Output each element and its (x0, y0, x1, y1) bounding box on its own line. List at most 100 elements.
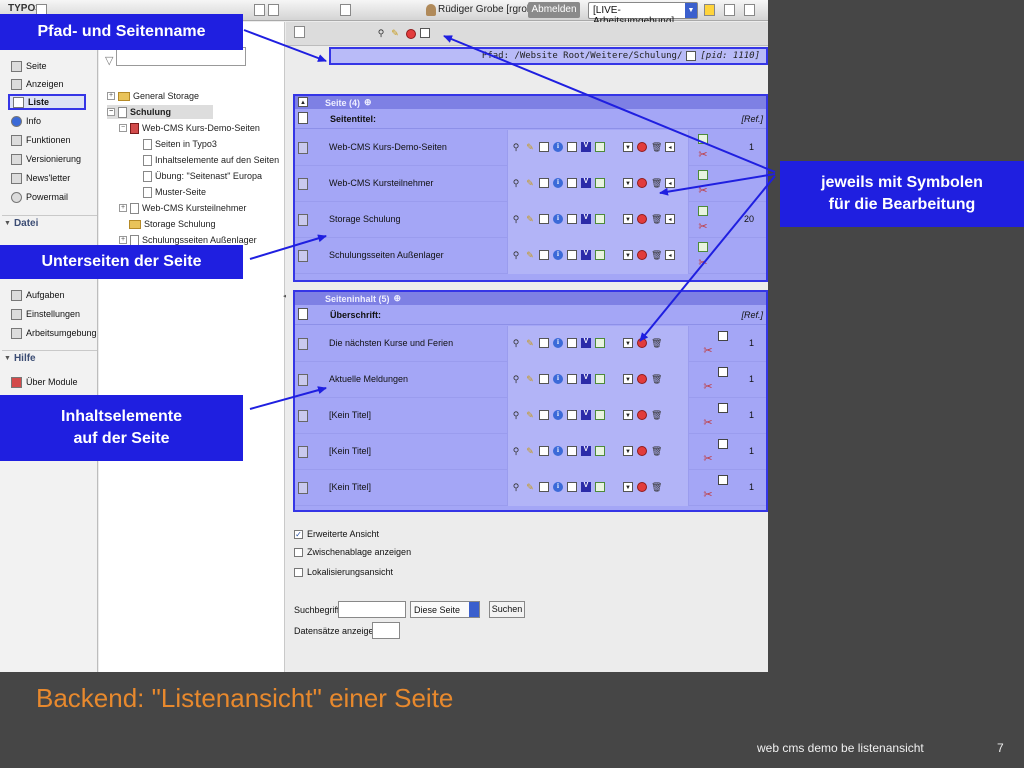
cut-icon[interactable]: ✂ (698, 258, 708, 269)
edit-icon[interactable]: ✎ (525, 214, 535, 224)
cut-icon[interactable]: ✂ (703, 346, 713, 357)
copy-icon[interactable] (718, 403, 728, 413)
search-icon[interactable]: ⚲ (511, 250, 521, 260)
module-newsletter[interactable]: News'letter (8, 170, 73, 186)
info-icon[interactable]: i (553, 178, 563, 188)
page-module-icon[interactable] (595, 250, 605, 260)
new-content-icon[interactable] (539, 410, 549, 420)
table-row[interactable]: Aktuelle Meldungen ⚲ ✎ i V ▼ 🗑 ✂ 1 (295, 362, 766, 398)
trash-icon[interactable]: 🗑 (651, 374, 662, 384)
new-content-icon[interactable] (539, 482, 549, 492)
module-arbeitsumgebung[interactable]: Arbeitsumgebung (8, 325, 100, 341)
move-icon[interactable]: ▼ (623, 338, 633, 348)
record-icon[interactable] (298, 482, 308, 494)
workspace-icon[interactable] (704, 4, 715, 16)
collapse-icon[interactable]: − (107, 108, 115, 116)
expand-icon[interactable]: + (119, 236, 127, 244)
info-icon[interactable]: i (553, 482, 563, 492)
versioning-icon[interactable]: V (581, 178, 591, 188)
move-left-icon[interactable]: ◂ (665, 142, 675, 152)
record-icon[interactable] (298, 410, 308, 422)
module-seite[interactable]: Seite (8, 58, 50, 74)
hide-icon[interactable] (637, 410, 647, 420)
search-icon[interactable]: ⚲ (511, 374, 521, 384)
edit-icon[interactable]: ✎ (525, 338, 535, 348)
record-icon[interactable] (298, 250, 308, 262)
info-icon[interactable]: i (553, 410, 563, 420)
search-icon[interactable]: ⚲ (376, 28, 386, 38)
move-up-icon[interactable]: ▼ (623, 142, 633, 152)
toolbar-doc-icon[interactable] (254, 4, 265, 16)
module-anzeigen[interactable]: Anzeigen (8, 76, 67, 92)
paste-icon[interactable] (698, 206, 708, 216)
logout-button[interactable]: Abmelden (528, 2, 580, 18)
edit-icon[interactable]: ✎ (525, 482, 535, 492)
extended-view-checkbox[interactable]: ✓ Erweiterte Ansicht (294, 528, 474, 540)
shortcut-icon[interactable] (744, 4, 755, 16)
module-einstellungen[interactable]: Einstellungen (8, 306, 83, 322)
row-title[interactable]: Web-CMS Kursteilnehmer (329, 178, 433, 188)
copy-icon[interactable] (718, 367, 728, 377)
expand-icon[interactable]: + (107, 92, 115, 100)
copy-icon[interactable] (718, 439, 728, 449)
tree-node-uebung[interactable]: Übung: "Seitenast" Europa (143, 169, 262, 183)
table-row[interactable]: Schulungsseiten Außenlager ⚲ ✎ i V ▼ 🗑 ◂ ✂ (295, 238, 766, 274)
page-module-icon[interactable] (595, 142, 605, 152)
record-icon[interactable] (298, 142, 308, 154)
row-title[interactable]: Aktuelle Meldungen (329, 374, 408, 384)
info-icon[interactable]: i (553, 338, 563, 348)
search-icon[interactable]: ⚲ (511, 410, 521, 420)
hide-icon[interactable] (637, 338, 647, 348)
trash-icon[interactable]: 🗑 (651, 178, 662, 188)
row-title[interactable]: Storage Schulung (329, 214, 401, 224)
trash-icon[interactable]: 🗑 (651, 482, 662, 492)
module-ueber-module[interactable]: Über Module (8, 374, 81, 390)
move-icon[interactable]: ▼ (623, 446, 633, 456)
tree-node-inhaltselemente[interactable]: Inhaltselemente auf den Seiten (143, 153, 279, 167)
records-input[interactable] (372, 622, 400, 639)
record-icon[interactable] (298, 374, 308, 386)
hide-icon[interactable] (637, 214, 647, 224)
help-icon[interactable] (724, 4, 735, 16)
versioning-icon[interactable]: V (581, 250, 591, 260)
hide-icon[interactable] (637, 446, 647, 456)
edit-icon[interactable]: ✎ (525, 142, 535, 152)
record-icon[interactable] (298, 178, 308, 190)
cut-icon[interactable]: ✂ (703, 382, 713, 393)
tree-node-storage-schulung[interactable]: Storage Schulung (129, 217, 216, 231)
edit-icon[interactable]: ✎ (390, 28, 400, 38)
workspace-select[interactable]: [LIVE-Arbeitsumgebung] ▼ (588, 2, 698, 27)
search-icon[interactable]: ⚲ (511, 446, 521, 456)
filter-icon[interactable]: ▽ (105, 54, 113, 67)
cut-icon[interactable]: ✂ (698, 150, 708, 161)
tree-node-general-storage[interactable]: + General Storage (107, 89, 199, 103)
module-info[interactable]: Info (8, 113, 44, 129)
table-row[interactable]: Die nächsten Kurse und Ferien ⚲ ✎ i V ▼ 🗑 ✂ 1 (295, 326, 766, 362)
copy-icon[interactable] (718, 331, 728, 341)
history-icon[interactable] (567, 142, 577, 152)
page-module-icon[interactable] (595, 214, 605, 224)
search-icon[interactable]: ⚲ (511, 142, 521, 152)
move-icon[interactable]: ▼ (623, 374, 633, 384)
edit-icon[interactable]: ✎ (525, 446, 535, 456)
info-icon[interactable]: i (553, 374, 563, 384)
collapse-icon[interactable]: − (119, 124, 127, 132)
row-title[interactable]: Web-CMS Kurs-Demo-Seiten (329, 142, 447, 152)
page-module-icon[interactable] (595, 374, 605, 384)
page-module-icon[interactable] (595, 446, 605, 456)
move-up-icon[interactable]: ▼ (623, 178, 633, 188)
versioning-icon[interactable]: V (581, 374, 591, 384)
module-powermail[interactable]: Powermail (8, 189, 71, 205)
toolbar-save-icon[interactable] (268, 4, 279, 16)
trash-icon[interactable]: 🗑 (651, 214, 662, 224)
info-icon[interactable]: i (553, 446, 563, 456)
module-versionierung[interactable]: Versionierung (8, 151, 84, 167)
new-content-icon[interactable] (539, 374, 549, 384)
search-icon[interactable]: ⚲ (511, 214, 521, 224)
cut-icon[interactable]: ✂ (698, 186, 708, 197)
table-row[interactable]: [Kein Titel] ⚲ ✎ i V ▼ 🗑 ✂ 1 (295, 398, 766, 434)
record-icon[interactable] (298, 446, 308, 458)
hide-icon[interactable] (637, 178, 647, 188)
move-up-icon[interactable]: ▼ (623, 250, 633, 260)
record-icon[interactable] (298, 338, 308, 350)
